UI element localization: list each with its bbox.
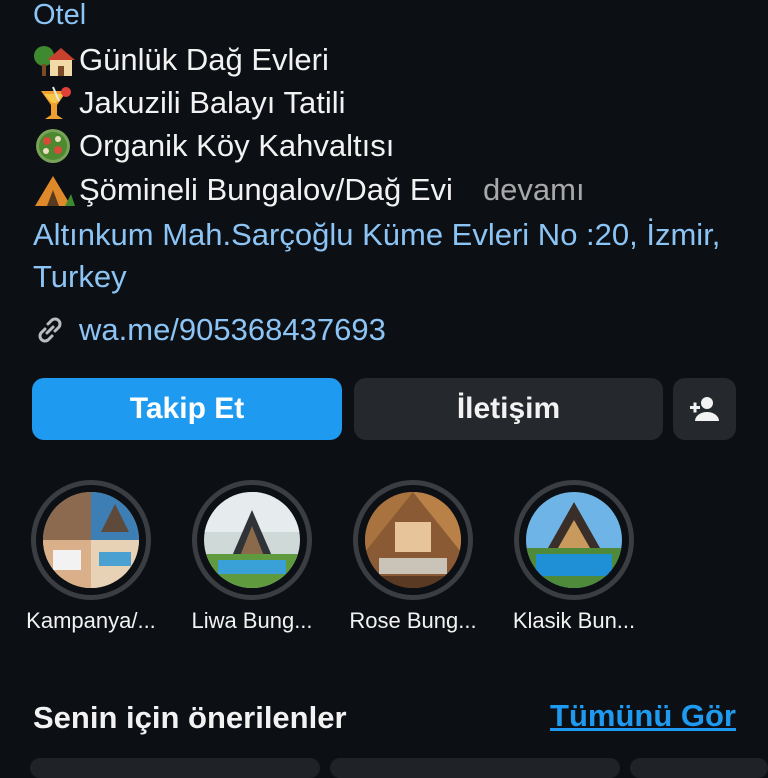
follow-button-label: Takip Et bbox=[129, 392, 245, 425]
address-link[interactable]: Altınkum Mah.Sarçoğlu Küme Evleri No :20… bbox=[33, 214, 733, 298]
link-icon bbox=[38, 317, 62, 343]
camping-tent-icon bbox=[33, 172, 75, 208]
story-highlight[interactable]: Kampanya/... bbox=[16, 480, 166, 634]
highlight-ring bbox=[353, 480, 473, 600]
story-highlight[interactable]: Rose Bung... bbox=[338, 480, 488, 634]
bio-text: Jakuzili Balayı Tatili bbox=[79, 85, 346, 120]
bio-line: Şömineli Bungalov/Dağ Evi devamı bbox=[33, 170, 585, 210]
contact-button[interactable]: İletişim bbox=[354, 378, 663, 440]
highlight-label: Kampanya/... bbox=[26, 608, 156, 633]
highlight-cover-image bbox=[526, 492, 622, 588]
suggestions-title: Senin için önerilenler bbox=[33, 700, 347, 735]
tropical-drink-icon bbox=[33, 85, 75, 121]
contact-button-label: İletişim bbox=[456, 392, 561, 425]
see-all-link[interactable]: Tümünü Gör bbox=[550, 698, 736, 734]
more-link[interactable]: devamı bbox=[483, 170, 585, 210]
follow-button[interactable]: Takip Et bbox=[32, 378, 342, 440]
story-highlight[interactable]: Liwa Bung... bbox=[177, 480, 327, 634]
add-person-icon bbox=[689, 397, 719, 421]
highlight-label: Rose Bung... bbox=[349, 608, 477, 633]
bio-line: Günlük Dağ Evleri bbox=[33, 40, 329, 80]
website-link-text: wa.me/905368437693 bbox=[79, 312, 386, 347]
highlight-label: Liwa Bung... bbox=[191, 608, 313, 633]
bio-text: Şömineli Bungalov/Dağ Evi bbox=[79, 172, 453, 207]
salad-icon bbox=[33, 128, 75, 164]
profile-category: Otel bbox=[33, 0, 87, 31]
highlight-ring bbox=[192, 480, 312, 600]
website-link[interactable]: wa.me/905368437693 bbox=[33, 310, 386, 350]
bio-line: Organik Köy Kahvaltısı bbox=[33, 126, 394, 166]
bio-text: Günlük Dağ Evleri bbox=[79, 42, 329, 77]
highlight-cover-image bbox=[43, 492, 139, 588]
story-highlight[interactable]: Klasik Bun... bbox=[499, 480, 649, 634]
suggestion-card[interactable] bbox=[30, 758, 320, 778]
suggestion-card[interactable] bbox=[330, 758, 620, 778]
highlight-cover-image bbox=[365, 492, 461, 588]
bio-text: Organik Köy Kahvaltısı bbox=[79, 128, 395, 163]
house-with-tree-icon bbox=[33, 42, 75, 78]
highlight-cover-image bbox=[204, 492, 300, 588]
highlight-label: Klasik Bun... bbox=[512, 608, 636, 633]
suggest-users-button[interactable] bbox=[673, 378, 736, 440]
highlight-ring bbox=[31, 480, 151, 600]
highlight-ring bbox=[514, 480, 634, 600]
suggestion-card[interactable] bbox=[630, 758, 768, 778]
bio-line: Jakuzili Balayı Tatili bbox=[33, 83, 345, 123]
